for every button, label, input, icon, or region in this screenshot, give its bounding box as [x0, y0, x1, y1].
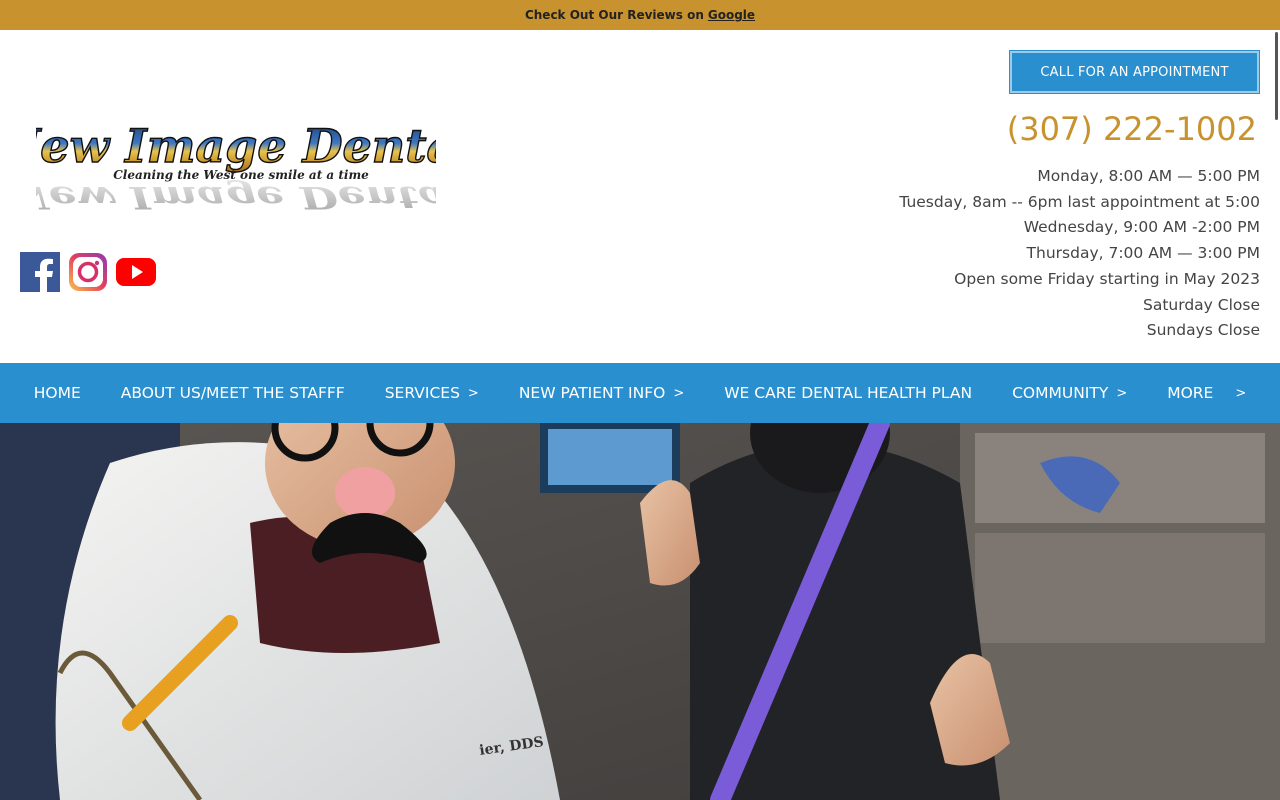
- nav-item-home[interactable]: HOME: [14, 384, 101, 402]
- instagram-icon[interactable]: [68, 252, 108, 292]
- new-image-dental-logo[interactable]: New Image Dental New Image Dental Cleani…: [36, 112, 436, 218]
- nav-item-label: MORE: [1167, 384, 1214, 402]
- nav-item-label: NEW PATIENT INFO: [518, 384, 666, 402]
- chevron-right-icon: >: [1116, 385, 1128, 401]
- hours-line: Open some Friday starting in May 2023: [954, 269, 1260, 288]
- announcement-bar: Check Out Our Reviews on Google: [0, 0, 1280, 30]
- cabinet-panel: [975, 433, 1265, 523]
- hours-line: Sundays Close: [1146, 321, 1260, 340]
- nav-item-label: WE CARE DENTAL HEALTH PLAN: [724, 384, 973, 402]
- hero-photo: ier, DDS: [0, 423, 1280, 800]
- office-hours: Monday, 8:00 AM — 5:00 PM Tuesday, 8am -…: [899, 164, 1260, 344]
- nav-item-community[interactable]: COMMUNITY >: [992, 384, 1147, 402]
- main-nav: HOME ABOUT US/MEET THE STAFFF SERVICES >…: [0, 363, 1280, 423]
- logo-reflection: New Image Dental: [36, 180, 436, 216]
- call-for-appointment-label: CALL FOR AN APPOINTMENT: [1040, 64, 1229, 80]
- google-reviews-link[interactable]: Google: [708, 8, 755, 22]
- nav-item-more[interactable]: MORE >: [1147, 384, 1266, 402]
- facebook-icon[interactable]: [20, 252, 60, 292]
- funny-nose: [335, 467, 395, 519]
- nav-item-label: ABOUT US/MEET THE STAFFF: [120, 384, 345, 402]
- chevron-right-icon: >: [673, 385, 685, 401]
- nav-item-new-patient-info[interactable]: NEW PATIENT INFO >: [499, 384, 704, 402]
- nav-item-we-care-dental-health-plan[interactable]: WE CARE DENTAL HEALTH PLAN: [704, 384, 992, 402]
- nav-item-services[interactable]: SERVICES >: [365, 384, 499, 402]
- monitor-screen: [548, 429, 672, 485]
- hours-line: Thursday, 7:00 AM — 3:00 PM: [1026, 244, 1260, 263]
- nav-item-label: HOME: [33, 384, 81, 402]
- social-links: [20, 252, 156, 292]
- chevron-right-icon: >: [467, 385, 479, 401]
- cabinet-panel: [975, 533, 1265, 643]
- nav-item-about-us[interactable]: ABOUT US/MEET THE STAFFF: [101, 384, 365, 402]
- hours-line: Saturday Close: [1143, 295, 1260, 314]
- scrollbar-thumb[interactable]: [1275, 32, 1278, 120]
- phone-number-link[interactable]: (307) 222-1002: [1007, 110, 1257, 148]
- logo-brand-text: New Image Dental: [36, 119, 436, 173]
- nav-item-label: COMMUNITY: [1012, 384, 1109, 402]
- logo-tagline: Cleaning the West one smile at a time: [113, 168, 369, 182]
- nav-item-label: SERVICES: [384, 384, 460, 402]
- call-for-appointment-button[interactable]: CALL FOR AN APPOINTMENT: [1010, 51, 1259, 93]
- hours-line: Monday, 8:00 AM — 5:00 PM: [1037, 167, 1260, 185]
- youtube-icon[interactable]: [116, 252, 156, 292]
- chevron-right-icon: >: [1235, 385, 1247, 401]
- announcement-text: Check Out Our Reviews on: [524, 8, 704, 22]
- hours-line: Tuesday, 8am -- 6pm last appointment at …: [899, 192, 1260, 211]
- hours-line: Wednesday, 9:00 AM -2:00 PM: [1023, 218, 1260, 237]
